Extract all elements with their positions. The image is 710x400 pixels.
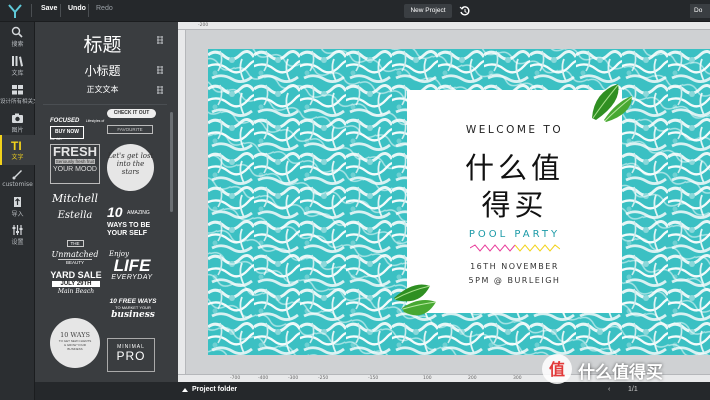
ruler-left (178, 30, 186, 374)
template-buy-now[interactable]: BUY NOW (50, 126, 84, 139)
prev-page-icon[interactable]: ‹ (608, 386, 610, 393)
chinese-title-line1[interactable]: 什么值 (407, 145, 622, 187)
app-window: Save Undo Redo New Project Do 搜索 文库 设计所有… (0, 0, 710, 400)
bottom-bar: Project folder ‹ 1/1 (178, 382, 710, 400)
nav-label: 文库 (11, 70, 24, 77)
top-toolbar: Save Undo Redo New Project Do (0, 0, 710, 22)
drag-handle-icon[interactable] (156, 86, 164, 94)
watermark-text: 什么值得买 (578, 363, 663, 383)
nav-photos[interactable]: 图片 (0, 108, 35, 138)
text-panel: 标题 小标题 正文文本 FOCUSED Lifestyles of the ri… (35, 22, 178, 400)
template-favourite[interactable]: FAVOURITE (107, 125, 153, 134)
camera-icon (12, 113, 23, 123)
nav-search[interactable]: 搜索 (0, 22, 35, 52)
nav-library[interactable]: 文库 (0, 51, 35, 81)
brush-icon (12, 170, 22, 180)
template-mitchell[interactable]: Mitchell (50, 192, 100, 205)
left-navigation: 搜索 文库 设计所有相关文字 图片 TI 文字 customise 导入 设置 (0, 22, 45, 400)
save-button[interactable]: Save (41, 5, 57, 12)
project-folder-button[interactable]: Project folder (192, 386, 237, 393)
leaf-decoration-bottom[interactable] (390, 278, 438, 324)
drag-handle-icon[interactable] (156, 66, 164, 74)
svg-text:TI: TI (11, 139, 22, 151)
nav-label: 设置 (11, 239, 24, 246)
add-body-text-button[interactable]: 正文文本 (35, 84, 170, 95)
nav-label: 文字 (11, 154, 24, 161)
template-ten-ways[interactable]: 10 WAYS TO GET NEW CLIENTS & GROW YOUR B… (50, 318, 100, 368)
template-amazing[interactable]: 10 AMAZING WAYS TO BE YOUR SELF (107, 204, 159, 244)
app-logo-icon[interactable] (7, 3, 23, 19)
new-project-button[interactable]: New Project (404, 4, 452, 18)
nav-label: 导入 (11, 211, 24, 218)
svg-text:值: 值 (549, 360, 565, 379)
watermark-logo-icon: 值 (542, 354, 572, 384)
search-icon (11, 26, 23, 38)
panel-divider (43, 104, 167, 105)
nav-label: customise (2, 181, 33, 188)
ruler-top: -200 (178, 22, 710, 30)
text-icon: TI (11, 139, 22, 151)
layouts-icon (12, 85, 23, 95)
leaf-decoration-top[interactable] (588, 80, 634, 124)
template-focused[interactable]: FOCUSED Lifestyles of the rich (50, 109, 106, 141)
chinese-title-line2[interactable]: 得买 (407, 182, 622, 224)
template-free-ways[interactable]: 10 FREE WAYS TO MARKET YOUR business (107, 298, 159, 328)
template-yard-sale[interactable]: YARD SALE JULY 29TH Main Beach (50, 270, 102, 310)
undo-button[interactable]: Undo (68, 5, 86, 12)
template-enjoy-life[interactable]: Enjoy LIFE EVERYDAY (107, 250, 157, 292)
nav-settings[interactable]: 设置 (0, 220, 35, 250)
top-right-button[interactable]: Do (690, 4, 710, 18)
upload-icon (14, 197, 21, 207)
drag-handle-icon[interactable] (156, 36, 164, 44)
add-heading-button[interactable]: 标题 (35, 30, 170, 57)
template-estella[interactable]: Estella (50, 210, 100, 221)
nav-customise[interactable]: customise (0, 164, 35, 194)
event-time[interactable]: 5PM @ BURLEIGH (407, 276, 622, 285)
template-fresh[interactable]: FRESH Seriously fresh fruit YOUR MOOD (50, 144, 100, 184)
template-lets-get-lost[interactable]: Let's get lost into the stars (107, 144, 154, 191)
nav-upload[interactable]: 导入 (0, 192, 35, 222)
squiggle-decoration (470, 244, 560, 252)
page-indicator: 1/1 (628, 386, 638, 393)
template-unmatched[interactable]: THE Unmatched BEAUTY (50, 232, 100, 265)
event-date[interactable]: 16TH NOVEMBER (407, 262, 622, 271)
nav-label: 图片 (11, 127, 24, 134)
panel-footer (35, 382, 178, 400)
template-check-it-out[interactable]: CHECK IT OUT (107, 109, 156, 118)
welcome-text[interactable]: WELCOME TO (407, 124, 622, 136)
add-subheading-button[interactable]: 小标题 (35, 62, 170, 79)
pool-party-text[interactable]: POOL PARTY (407, 229, 622, 240)
expand-up-icon[interactable] (182, 388, 188, 392)
nav-layouts[interactable]: 设计所有相关文字 (0, 80, 45, 110)
sliders-icon (12, 225, 23, 235)
redo-button[interactable]: Redo (96, 5, 113, 12)
nav-label: 搜索 (11, 41, 24, 48)
template-minimal-pro[interactable]: MINIMAL PRO (107, 338, 155, 372)
nav-label: 设计所有相关文字 (0, 99, 45, 105)
panel-scrollbar[interactable] (170, 112, 173, 212)
nav-text[interactable]: TI 文字 (0, 135, 35, 165)
library-icon (12, 56, 23, 67)
history-icon[interactable] (459, 5, 471, 17)
